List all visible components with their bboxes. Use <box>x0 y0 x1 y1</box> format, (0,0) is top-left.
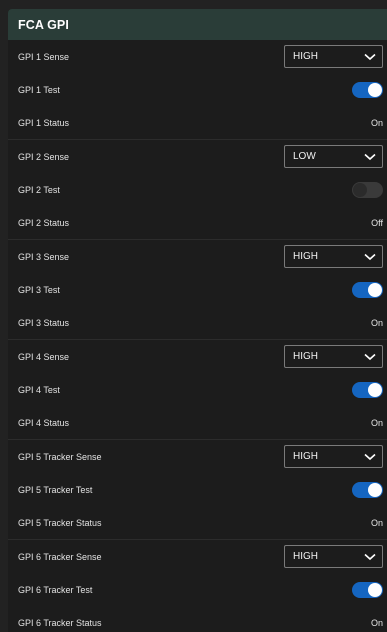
sense-value: HIGH <box>293 351 318 362</box>
toggle-knob <box>368 582 382 597</box>
sense-label: GPI 5 Tracker Sense <box>18 451 102 462</box>
sense-label: GPI 1 Sense <box>18 51 70 62</box>
status-label: GPI 1 Status <box>18 117 70 128</box>
status-row: GPI 1 Status On <box>8 106 387 139</box>
toggle-knob <box>353 182 367 197</box>
toggle-knob <box>368 282 382 297</box>
test-label: GPI 1 Test <box>18 84 60 95</box>
status-value: On <box>370 417 383 428</box>
test-label: GPI 4 Test <box>18 384 60 395</box>
sense-row: GPI 1 Sense HIGH <box>8 40 387 73</box>
gpi-group-2: GPI 2 Sense LOW GPI 2 Test GPI 2 Status … <box>8 140 387 240</box>
status-label: GPI 4 Status <box>18 417 70 428</box>
gpi-group-6: GPI 6 Tracker Sense HIGH GPI 6 Tracker T… <box>8 540 387 632</box>
sense-select[interactable]: HIGH <box>284 545 383 568</box>
toggle-knob <box>368 82 382 97</box>
sense-row: GPI 3 Sense HIGH <box>8 240 387 273</box>
status-label: GPI 2 Status <box>18 217 70 228</box>
fca-gpi-panel: FCA GPI GPI 1 Sense HIGH GPI 1 Test GPI … <box>8 9 387 632</box>
sense-value: HIGH <box>293 451 318 462</box>
chevron-down-icon <box>364 553 376 561</box>
sense-select[interactable]: HIGH <box>284 45 383 68</box>
status-row: GPI 2 Status Off <box>8 206 387 239</box>
test-row: GPI 1 Test <box>8 73 387 106</box>
test-row: GPI 2 Test <box>8 173 387 206</box>
test-label: GPI 6 Tracker Test <box>18 584 93 595</box>
sense-value: HIGH <box>293 51 318 62</box>
test-toggle[interactable] <box>352 181 383 198</box>
gpi-list: GPI 1 Sense HIGH GPI 1 Test GPI 1 Status… <box>8 40 387 632</box>
sense-row: GPI 5 Tracker Sense HIGH <box>8 440 387 473</box>
sense-label: GPI 2 Sense <box>18 151 70 162</box>
test-label: GPI 2 Test <box>18 184 60 195</box>
test-toggle[interactable] <box>352 281 383 298</box>
sense-label: GPI 6 Tracker Sense <box>18 551 102 562</box>
test-toggle[interactable] <box>352 381 383 398</box>
sense-row: GPI 4 Sense HIGH <box>8 340 387 373</box>
test-toggle[interactable] <box>352 81 383 98</box>
gpi-group-4: GPI 4 Sense HIGH GPI 4 Test GPI 4 Status… <box>8 340 387 440</box>
sense-select[interactable]: HIGH <box>284 345 383 368</box>
status-value: On <box>370 317 383 328</box>
test-label: GPI 5 Tracker Test <box>18 484 93 495</box>
status-row: GPI 6 Tracker Status On <box>8 606 387 632</box>
chevron-down-icon <box>364 53 376 61</box>
chevron-down-icon <box>364 353 376 361</box>
sense-value: HIGH <box>293 251 318 262</box>
sense-row: GPI 6 Tracker Sense HIGH <box>8 540 387 573</box>
status-row: GPI 3 Status On <box>8 306 387 339</box>
status-label: GPI 6 Tracker Status <box>18 617 102 628</box>
sense-value: LOW <box>293 151 316 162</box>
test-label: GPI 3 Test <box>18 284 60 295</box>
chevron-down-icon <box>364 153 376 161</box>
sense-select[interactable]: HIGH <box>284 445 383 468</box>
test-toggle[interactable] <box>352 481 383 498</box>
sense-select[interactable]: LOW <box>284 145 383 168</box>
status-row: GPI 4 Status On <box>8 406 387 439</box>
toggle-knob <box>368 382 382 397</box>
test-row: GPI 5 Tracker Test <box>8 473 387 506</box>
sense-select[interactable]: HIGH <box>284 245 383 268</box>
chevron-down-icon <box>364 253 376 261</box>
status-value: On <box>370 117 383 128</box>
gpi-group-3: GPI 3 Sense HIGH GPI 3 Test GPI 3 Status… <box>8 240 387 340</box>
sense-value: HIGH <box>293 551 318 562</box>
status-value: On <box>370 517 383 528</box>
status-row: GPI 5 Tracker Status On <box>8 506 387 539</box>
status-label: GPI 3 Status <box>18 317 70 328</box>
gpi-group-5: GPI 5 Tracker Sense HIGH GPI 5 Tracker T… <box>8 440 387 540</box>
sense-row: GPI 2 Sense LOW <box>8 140 387 173</box>
status-value: On <box>370 617 383 628</box>
chevron-down-icon <box>364 453 376 461</box>
test-row: GPI 4 Test <box>8 373 387 406</box>
test-row: GPI 6 Tracker Test <box>8 573 387 606</box>
test-row: GPI 3 Test <box>8 273 387 306</box>
gpi-group-1: GPI 1 Sense HIGH GPI 1 Test GPI 1 Status… <box>8 40 387 140</box>
sense-label: GPI 4 Sense <box>18 351 70 362</box>
test-toggle[interactable] <box>352 581 383 598</box>
toggle-knob <box>368 482 382 497</box>
status-value: Off <box>371 217 383 228</box>
panel-title: FCA GPI <box>8 9 387 40</box>
sense-label: GPI 3 Sense <box>18 251 70 262</box>
status-label: GPI 5 Tracker Status <box>18 517 102 528</box>
